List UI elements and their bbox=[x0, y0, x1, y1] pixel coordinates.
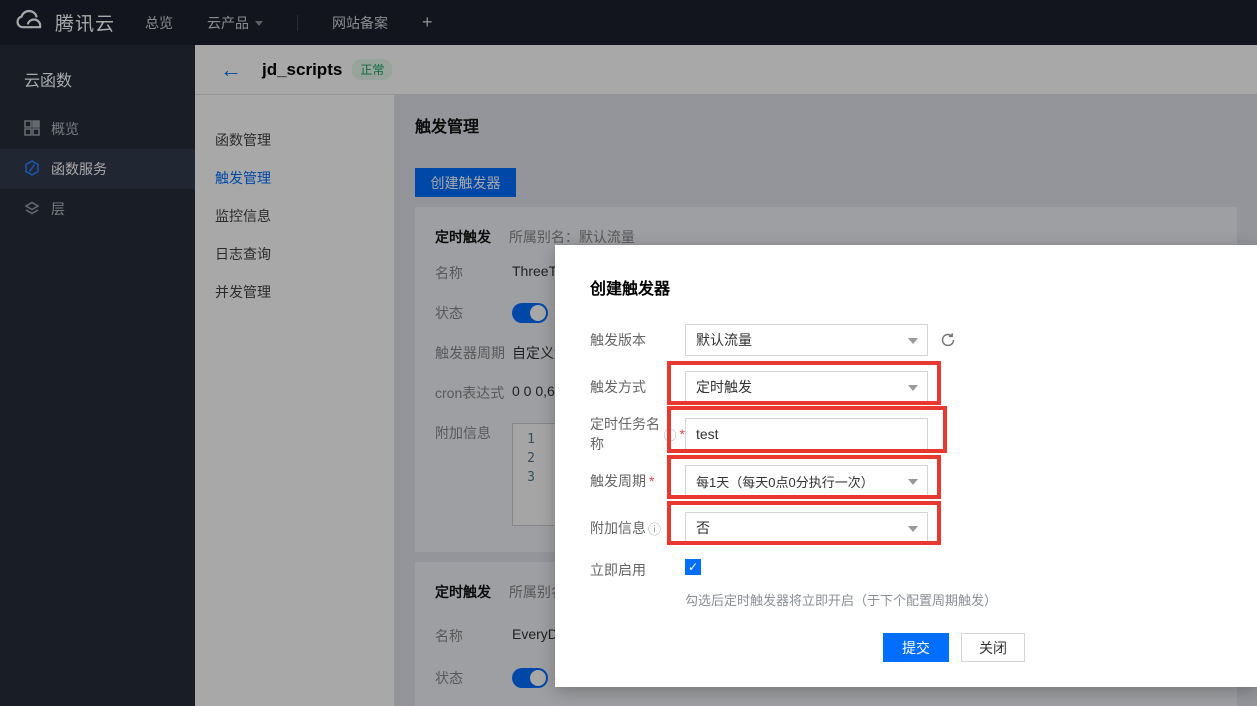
modal-title: 创建触发器 bbox=[590, 275, 1257, 299]
task-name-input-wrap bbox=[685, 418, 928, 450]
enable-now-checkbox[interactable]: ✓ bbox=[685, 559, 701, 575]
refresh-icon[interactable] bbox=[940, 332, 956, 348]
field-label: 定时任务名称ⓘ* bbox=[590, 414, 685, 454]
tencent-cloud-console: 腾讯云 总览 云产品 网站备案 + 云函数 概览 函数服务 bbox=[0, 0, 1257, 706]
info-icon[interactable]: ⓘ bbox=[664, 425, 677, 444]
trigger-version-select[interactable]: 默认流量 bbox=[685, 324, 928, 356]
trigger-cycle-select[interactable]: 每1天（每天0点0分执行一次） bbox=[685, 465, 928, 497]
chevron-down-icon bbox=[908, 526, 918, 532]
select-value: 每1天（每天0点0分执行一次） bbox=[696, 472, 874, 491]
close-button[interactable]: 关闭 bbox=[961, 633, 1025, 662]
field-label: 触发方式 bbox=[590, 377, 685, 397]
chevron-down-icon bbox=[908, 338, 918, 344]
trigger-method-select[interactable]: 定时触发 bbox=[685, 371, 928, 403]
submit-button[interactable]: 提交 bbox=[883, 633, 949, 662]
chevron-down-icon bbox=[908, 385, 918, 391]
attach-info-select[interactable]: 否 bbox=[685, 512, 928, 544]
field-label: 附加信息ⓘ bbox=[590, 518, 685, 538]
field-label: 触发版本 bbox=[590, 330, 685, 350]
chevron-down-icon bbox=[908, 479, 918, 485]
required-asterisk: * bbox=[649, 473, 654, 489]
enable-help-text: 勾选后定时触发器将立即开启（于下个配置周期触发） bbox=[685, 590, 1257, 609]
field-label: 立即启用 bbox=[590, 559, 685, 580]
task-name-input[interactable] bbox=[686, 419, 927, 449]
select-value: 定时触发 bbox=[696, 377, 752, 397]
field-label: 触发周期* bbox=[590, 471, 685, 491]
info-icon[interactable]: ⓘ bbox=[648, 519, 661, 538]
select-value: 否 bbox=[696, 518, 710, 538]
select-value: 默认流量 bbox=[696, 330, 752, 350]
create-trigger-modal: 创建触发器 触发版本 默认流量 触发方式 定时触发 bbox=[555, 245, 1257, 687]
